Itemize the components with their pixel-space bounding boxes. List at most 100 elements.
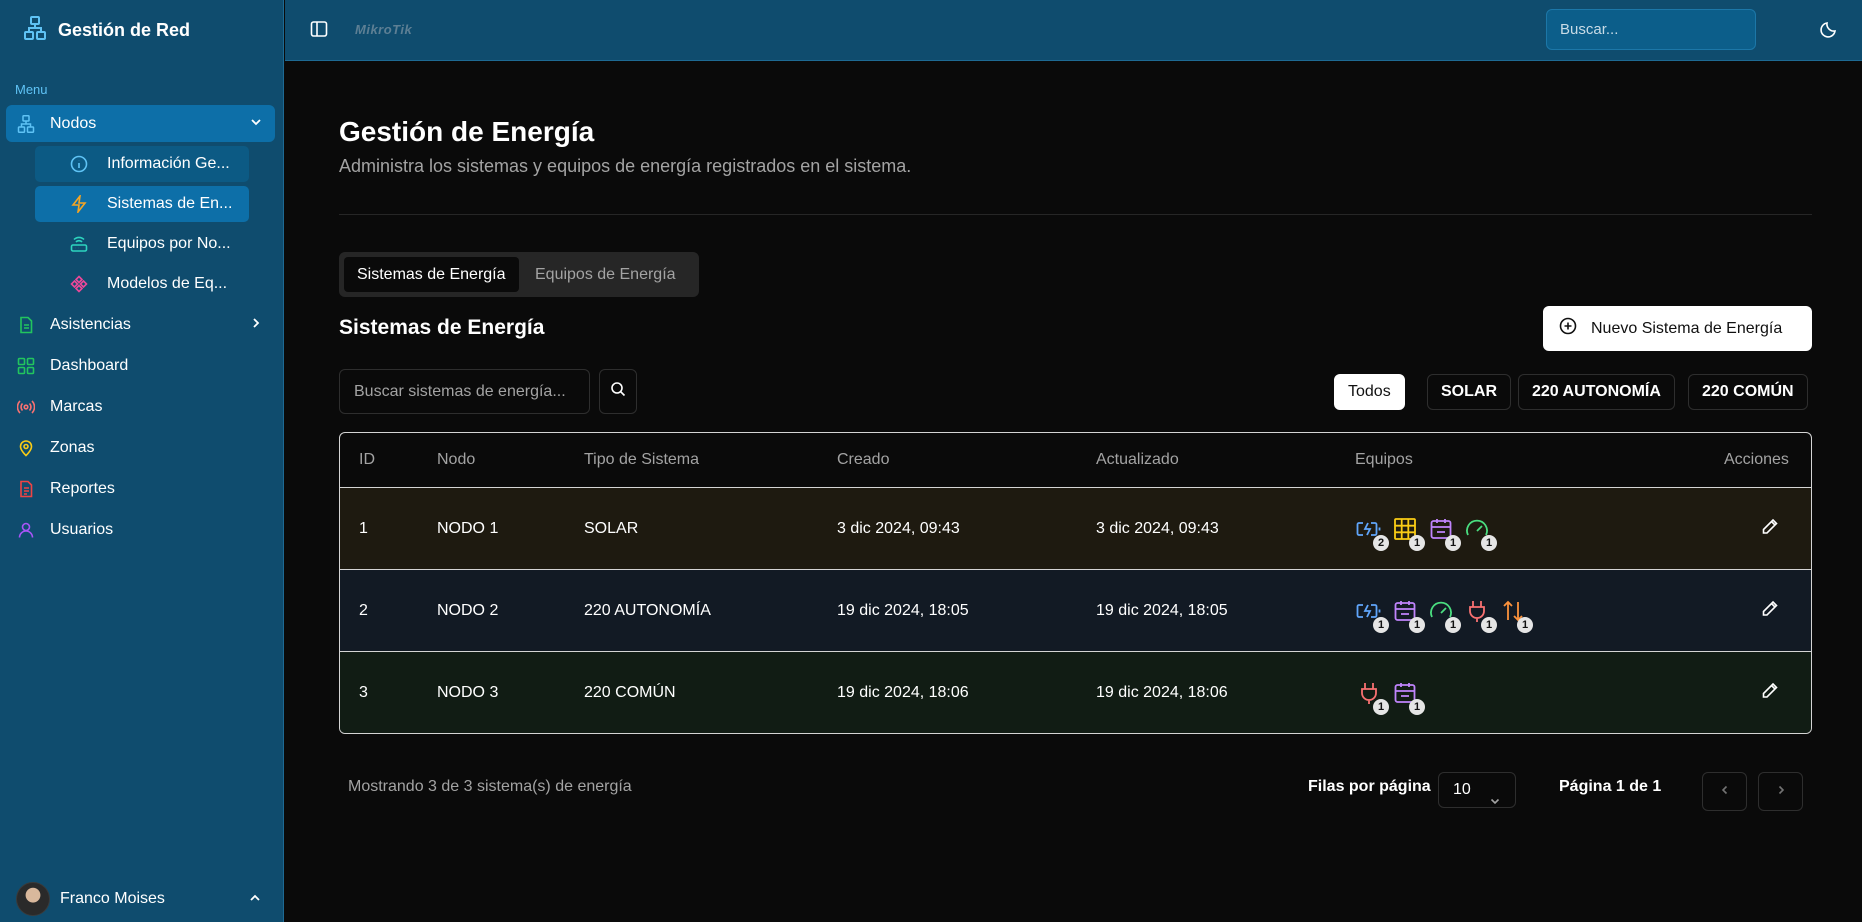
cell-nodo: NODO 3 <box>437 683 499 701</box>
rows-per-page-value: 10 <box>1453 781 1471 798</box>
systems-table: ID Nodo Tipo de Sistema Creado Actualiza… <box>339 432 1812 734</box>
tab-equipos[interactable]: Equipos de Energía <box>522 257 689 292</box>
equipment-count: 1 <box>1481 616 1497 633</box>
brand[interactable]: Gestión de Red <box>0 0 283 60</box>
table-row[interactable]: 3 NODO 3 220 COMÚN 19 dic 2024, 18:06 19… <box>340 651 1811 733</box>
sidebar-subitem-sistemas[interactable]: Sistemas de En... <box>35 186 249 222</box>
gauge-icon[interactable]: 1 <box>1463 515 1497 551</box>
sidebar-item-label: Marcas <box>50 397 103 415</box>
cell-nodo: NODO 2 <box>437 601 499 619</box>
chevron-left-icon <box>1719 783 1731 801</box>
plug-icon[interactable]: 1 <box>1463 597 1497 633</box>
page-title: Gestión de Energía <box>339 116 595 147</box>
sidebar-subitem-label: Sistemas de En... <box>107 195 233 212</box>
global-search-input[interactable] <box>1546 9 1756 50</box>
table-row[interactable]: 1 NODO 1 SOLAR 3 dic 2024, 09:43 3 dic 2… <box>340 487 1811 569</box>
cell-id: 2 <box>359 601 368 619</box>
sidebar-subitem-modelos[interactable]: Modelos de Eq... <box>35 266 249 302</box>
table-row[interactable]: 2 NODO 2 220 AUTONOMÍA 19 dic 2024, 18:0… <box>340 569 1811 651</box>
next-page-button[interactable] <box>1758 772 1803 811</box>
edit-icon[interactable] <box>1762 518 1778 539</box>
sidebar-item-reportes[interactable]: Reportes <box>6 470 275 507</box>
table-header: ID Nodo Tipo de Sistema Creado Actualiza… <box>340 433 1811 487</box>
cell-actualizado: 19 dic 2024, 18:06 <box>1096 683 1228 701</box>
plug-icon[interactable]: 1 <box>1355 679 1389 715</box>
edit-icon[interactable] <box>1762 600 1778 621</box>
sidebar-item-asistencias[interactable]: Asistencias <box>6 306 275 343</box>
solar-panel-icon[interactable]: 1 <box>1391 515 1425 551</box>
rows-per-page-select[interactable]: 10 <box>1438 772 1516 808</box>
sidebar-subitem-label: Modelos de Eq... <box>107 275 228 292</box>
calendar-device-icon[interactable]: 1 <box>1427 515 1461 551</box>
sidebar-item-zonas[interactable]: Zonas <box>6 429 275 466</box>
topbar: MikroTik <box>285 0 1862 61</box>
filter-todos[interactable]: Todos <box>1334 374 1405 410</box>
calendar-device-icon[interactable]: 1 <box>1391 597 1425 633</box>
chevron-down-icon <box>1489 786 1501 820</box>
sidebar-item-usuarios[interactable]: Usuarios <box>6 511 275 548</box>
components-icon <box>70 275 88 293</box>
cell-creado: 19 dic 2024, 18:06 <box>837 683 969 701</box>
cell-creado: 19 dic 2024, 18:05 <box>837 601 969 619</box>
equipment-count: 1 <box>1373 616 1389 633</box>
mikrotik-logo: MikroTik <box>355 22 413 37</box>
equipment-count: 1 <box>1409 698 1425 715</box>
sidebar-item-label: Nodos <box>50 114 97 132</box>
filter-solar[interactable]: SOLAR <box>1427 374 1511 410</box>
gauge-icon[interactable]: 1 <box>1427 597 1461 633</box>
equipment-icons: 1 1 1 1 1 <box>1355 597 1533 633</box>
chevron-down-icon <box>249 115 263 134</box>
info-icon <box>70 155 88 173</box>
sidebar-item-label: Usuarios <box>50 520 114 538</box>
sidebar-item-label: Dashboard <box>50 356 129 374</box>
equipment-count: 1 <box>1517 616 1533 633</box>
equipment-icons: 2 1 1 1 <box>1355 515 1497 551</box>
arrows-up-down-icon[interactable]: 1 <box>1499 597 1533 633</box>
calendar-device-icon[interactable]: 1 <box>1391 679 1425 715</box>
prev-page-button[interactable] <box>1702 772 1747 811</box>
equipment-count: 1 <box>1445 616 1461 633</box>
sidebar-subitem-informacion[interactable]: Información Ge... <box>35 146 249 182</box>
tab-sistemas[interactable]: Sistemas de Energía <box>344 257 519 292</box>
filter-220-autonomia[interactable]: 220 AUTONOMÍA <box>1518 374 1675 410</box>
map-pin-icon <box>16 438 36 458</box>
chevron-right-icon <box>249 316 263 335</box>
battery-charging-icon[interactable]: 2 <box>1355 515 1389 551</box>
battery-charging-icon[interactable]: 1 <box>1355 597 1389 633</box>
sidebar-subitem-equipos[interactable]: Equipos por No... <box>35 226 249 262</box>
lightning-icon <box>70 195 88 213</box>
app-title: Gestión de Red <box>58 19 191 40</box>
showing-count: Mostrando 3 de 3 sistema(s) de energía <box>348 778 632 795</box>
sidebar-item-nodos[interactable]: Nodos <box>6 105 275 142</box>
equipment-count: 1 <box>1445 534 1461 551</box>
sidebar-item-dashboard[interactable]: Dashboard <box>6 347 275 384</box>
section-title: Sistemas de Energía <box>339 316 545 339</box>
header-tipo[interactable]: Tipo de Sistema <box>584 451 699 469</box>
edit-icon[interactable] <box>1762 682 1778 703</box>
moon-icon[interactable] <box>1820 20 1838 43</box>
cell-id: 1 <box>359 519 368 537</box>
cell-tipo: 220 AUTONOMÍA <box>584 601 711 619</box>
clipboard-icon <box>16 315 36 335</box>
equipment-count: 2 <box>1373 534 1389 551</box>
search-button[interactable] <box>599 369 637 414</box>
cell-creado: 3 dic 2024, 09:43 <box>837 519 960 537</box>
sidebar-toggle-icon[interactable] <box>310 20 328 43</box>
cell-actualizado: 19 dic 2024, 18:05 <box>1096 601 1228 619</box>
plus-circle-icon <box>1559 317 1577 340</box>
chevron-up-icon <box>248 891 262 910</box>
sidebar-item-marcas[interactable]: Marcas <box>6 388 275 425</box>
table-search-input[interactable] <box>339 369 590 414</box>
filter-220-comun[interactable]: 220 COMÚN <box>1688 374 1808 410</box>
new-system-button[interactable]: Nuevo Sistema de Energía <box>1543 306 1812 351</box>
tab-list: Sistemas de Energía Equipos de Energía <box>339 252 699 297</box>
header-nodo[interactable]: Nodo <box>437 451 475 469</box>
user-menu[interactable]: Franco Moises <box>0 876 284 922</box>
user-icon <box>16 520 36 540</box>
user-name: Franco Moises <box>60 890 165 907</box>
sidebar-subitem-label: Información Ge... <box>107 155 230 172</box>
header-actualizado[interactable]: Actualizado <box>1096 451 1179 469</box>
header-creado[interactable]: Creado <box>837 451 889 469</box>
header-id[interactable]: ID <box>359 451 375 469</box>
network-icon <box>24 15 46 45</box>
